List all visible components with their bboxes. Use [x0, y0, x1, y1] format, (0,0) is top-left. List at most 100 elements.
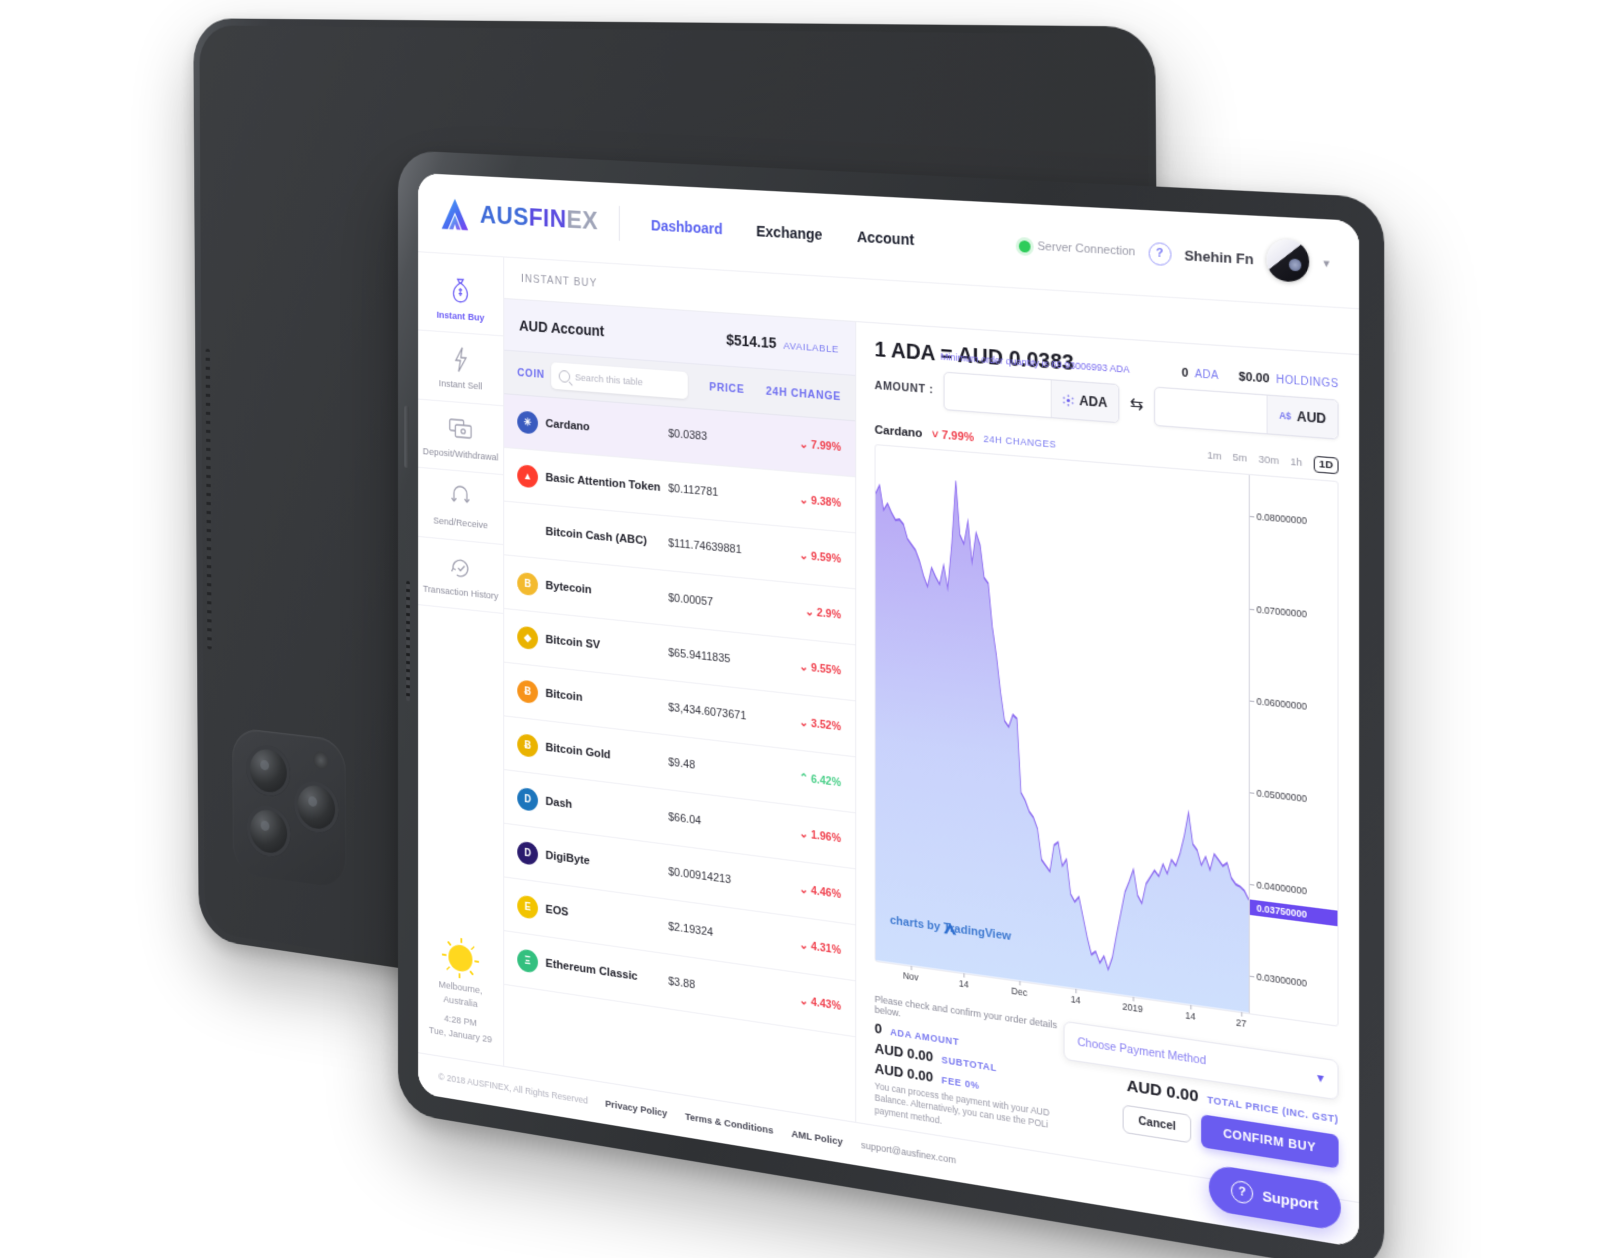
- chart-change-label: 24H CHANGES: [984, 433, 1057, 449]
- chevron-down-icon[interactable]: ▾: [1323, 255, 1329, 270]
- column-header-change[interactable]: 24H CHANGE: [766, 385, 841, 403]
- x-axis-tick: 27: [1236, 1016, 1247, 1029]
- coin-icon: Ξ: [517, 948, 538, 973]
- coin-name: Bitcoin: [546, 688, 669, 714]
- footer-link-aml[interactable]: AML Policy: [791, 1128, 842, 1148]
- timeframe-5m[interactable]: 5m: [1233, 452, 1248, 465]
- nav-dashboard[interactable]: Dashboard: [651, 217, 722, 238]
- camera-lens: [247, 803, 291, 859]
- x-axis-tick: 2019: [1122, 1000, 1143, 1014]
- coin-change: ⌄ 2.9%: [805, 605, 841, 621]
- help-icon[interactable]: ?: [1148, 241, 1171, 265]
- x-axis-tick: 14: [1185, 1009, 1195, 1021]
- weather-widget: Melbourne, Australia 4:28 PM Tue, Januar…: [423, 928, 497, 1065]
- price-chart-card: Cardano ˅ 7.99% 24H CHANGES 1m 5m 30m 1h 1D: [875, 418, 1339, 1056]
- x-axis-tick: Nov: [903, 970, 919, 983]
- column-header-coin: COIN: [517, 367, 549, 382]
- timeframe-1D[interactable]: 1D: [1314, 456, 1339, 475]
- copyright: © 2018 AUSFINEX, All Rights Reserved: [438, 1071, 588, 1105]
- sidebar-item-deposit-withdrawal[interactable]: Deposit/Withdrawal: [418, 399, 507, 476]
- swap-arrows-icon[interactable]: ⇆: [1130, 398, 1144, 412]
- user-name[interactable]: Shehin Fn: [1184, 247, 1253, 267]
- sidebar-item-send-receive[interactable]: Send/Receive: [418, 468, 507, 545]
- main-navigation: Dashboard Exchange Account: [651, 217, 914, 248]
- server-connection-status: Server Connection: [1018, 239, 1135, 259]
- app-body: Instant Buy Instant Sell Deposit/Withdra…: [418, 252, 1359, 1202]
- chart-plot-area[interactable]: charts by TradingView: [876, 445, 1249, 1013]
- crypto-ticker: ADA: [1051, 380, 1119, 422]
- coin-name: EOS: [546, 903, 669, 932]
- coin-icon: B: [517, 572, 538, 596]
- panes: AUD Account $514.15 AVAILABLE COIN Searc…: [504, 299, 1359, 1202]
- sun-icon: [448, 943, 472, 973]
- front-speaker-grille: [406, 581, 410, 702]
- y-axis-tick: 0.05000000: [1257, 787, 1307, 804]
- aud-account-balance: $514.15: [726, 331, 776, 351]
- coin-icon: ◆: [517, 626, 538, 651]
- brand-logo[interactable]: AUSFINEX: [438, 196, 620, 241]
- trade-pane: 1 ADA = AUD 0.0383 Minimum order quantit…: [856, 322, 1359, 1202]
- money-bag-icon: [418, 273, 503, 309]
- coin-price: $2.19324: [668, 920, 799, 951]
- fiat-symbol: AUD: [1297, 409, 1326, 427]
- ausfinex-mountain-logo-icon: [438, 196, 471, 232]
- sidebar-item-label: Deposit/Withdrawal: [418, 445, 503, 464]
- cancel-button[interactable]: Cancel: [1123, 1104, 1191, 1143]
- power-button[interactable]: [404, 406, 409, 468]
- coin-name: Basic Attention Token: [546, 472, 669, 495]
- coin-price: $66.04: [668, 811, 799, 840]
- sidebar-item-instant-sell[interactable]: Instant Sell: [418, 331, 507, 407]
- y-axis-tick: 0.08000000: [1257, 511, 1307, 526]
- fiat-amount-input[interactable]: [1156, 388, 1267, 434]
- coin-icon: D: [517, 787, 538, 812]
- chart-coin-name: Cardano: [875, 423, 923, 439]
- status-dot-icon: [1018, 240, 1030, 252]
- brand-name-part3: EX: [567, 206, 598, 235]
- column-header-price[interactable]: PRICE: [709, 381, 744, 396]
- sidebar-item-label: Instant Buy: [418, 308, 503, 325]
- coin-change: ⌄ 1.96%: [799, 827, 841, 845]
- chart-change-value: ˅ 7.99%: [932, 428, 974, 444]
- timeframe-1m[interactable]: 1m: [1207, 450, 1222, 463]
- cardano-icon: [1062, 394, 1074, 407]
- sidebar-item-label: Transaction History: [418, 583, 503, 603]
- send-receive-arrows-icon: [418, 479, 503, 517]
- crypto-amount-field[interactable]: ADA: [944, 372, 1119, 424]
- current-price-badge: 0.03750000: [1250, 899, 1338, 926]
- coin-change: ⌄ 7.99%: [799, 438, 841, 454]
- fiat-amount-field[interactable]: A$ AUD: [1155, 387, 1339, 440]
- chart-plot: charts by TradingView 0.08000000 0.070000…: [875, 444, 1339, 1026]
- sidebar-item-instant-buy[interactable]: Instant Buy: [418, 262, 507, 337]
- coin-name: DigiByte: [546, 849, 669, 878]
- footer-link-terms[interactable]: Terms & Conditions: [685, 1111, 773, 1137]
- fiat-ticker: A$ AUD: [1267, 396, 1338, 439]
- header-right-cluster: Server Connection ? Shehin Fn ▾: [1018, 225, 1329, 284]
- main-content: INSTANT BUY AUD Account $514.15 AVAILABL…: [504, 257, 1359, 1202]
- crypto-amount-input[interactable]: [945, 373, 1051, 417]
- support-email[interactable]: support@ausfinex.com: [861, 1140, 956, 1166]
- footer-link-privacy[interactable]: Privacy Policy: [605, 1098, 667, 1119]
- lightning-bolt-icon: [418, 342, 503, 378]
- coin-name: Bitcoin Cash (ABC): [546, 526, 669, 550]
- sidebar-item-transaction-history[interactable]: Transaction History: [418, 536, 507, 614]
- payment-method-placeholder: Choose Payment Method: [1077, 1035, 1206, 1067]
- search-input[interactable]: Search this table: [551, 362, 688, 399]
- timeframe-30m[interactable]: 30m: [1258, 454, 1279, 468]
- question-circle-icon: ?: [1231, 1179, 1253, 1205]
- coin-name: Cardano: [546, 418, 669, 440]
- sidebar-item-label: Send/Receive: [418, 514, 503, 533]
- coin-icon: Ƀ: [517, 733, 538, 758]
- avatar[interactable]: [1267, 238, 1310, 283]
- nav-account[interactable]: Account: [857, 228, 914, 248]
- wallet-cards-icon: [418, 410, 503, 447]
- coin-price: $3,434.6073671: [668, 701, 799, 728]
- coin-change: ⌄ 4.46%: [799, 883, 841, 901]
- search-icon: [559, 370, 570, 383]
- search-placeholder: Search this table: [575, 372, 643, 388]
- coin-name: Ethereum Classic: [546, 957, 669, 987]
- coin-icon: Ƀ: [517, 679, 538, 704]
- coin-price: $3.88: [668, 975, 799, 1007]
- nav-exchange[interactable]: Exchange: [756, 223, 822, 243]
- timeframe-1h[interactable]: 1h: [1290, 456, 1302, 469]
- coin-name: Dash: [546, 796, 669, 824]
